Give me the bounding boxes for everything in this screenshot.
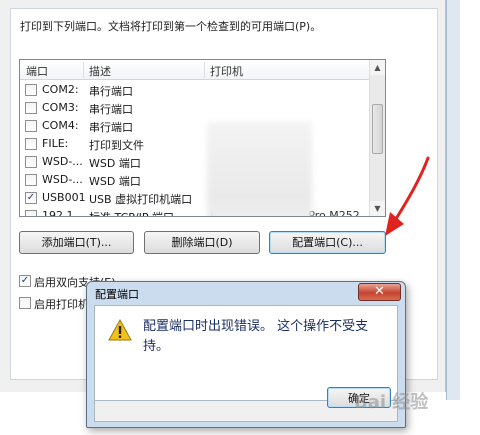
dialog-message: 配置端口时出现错误。 这个操作不受支持。 [143,319,369,354]
warning-icon [108,319,132,341]
close-icon[interactable]: ✕ [358,283,401,301]
dialog-title: 配置端口 [95,288,139,301]
baidu-watermark: Bai 经验 [354,392,429,413]
